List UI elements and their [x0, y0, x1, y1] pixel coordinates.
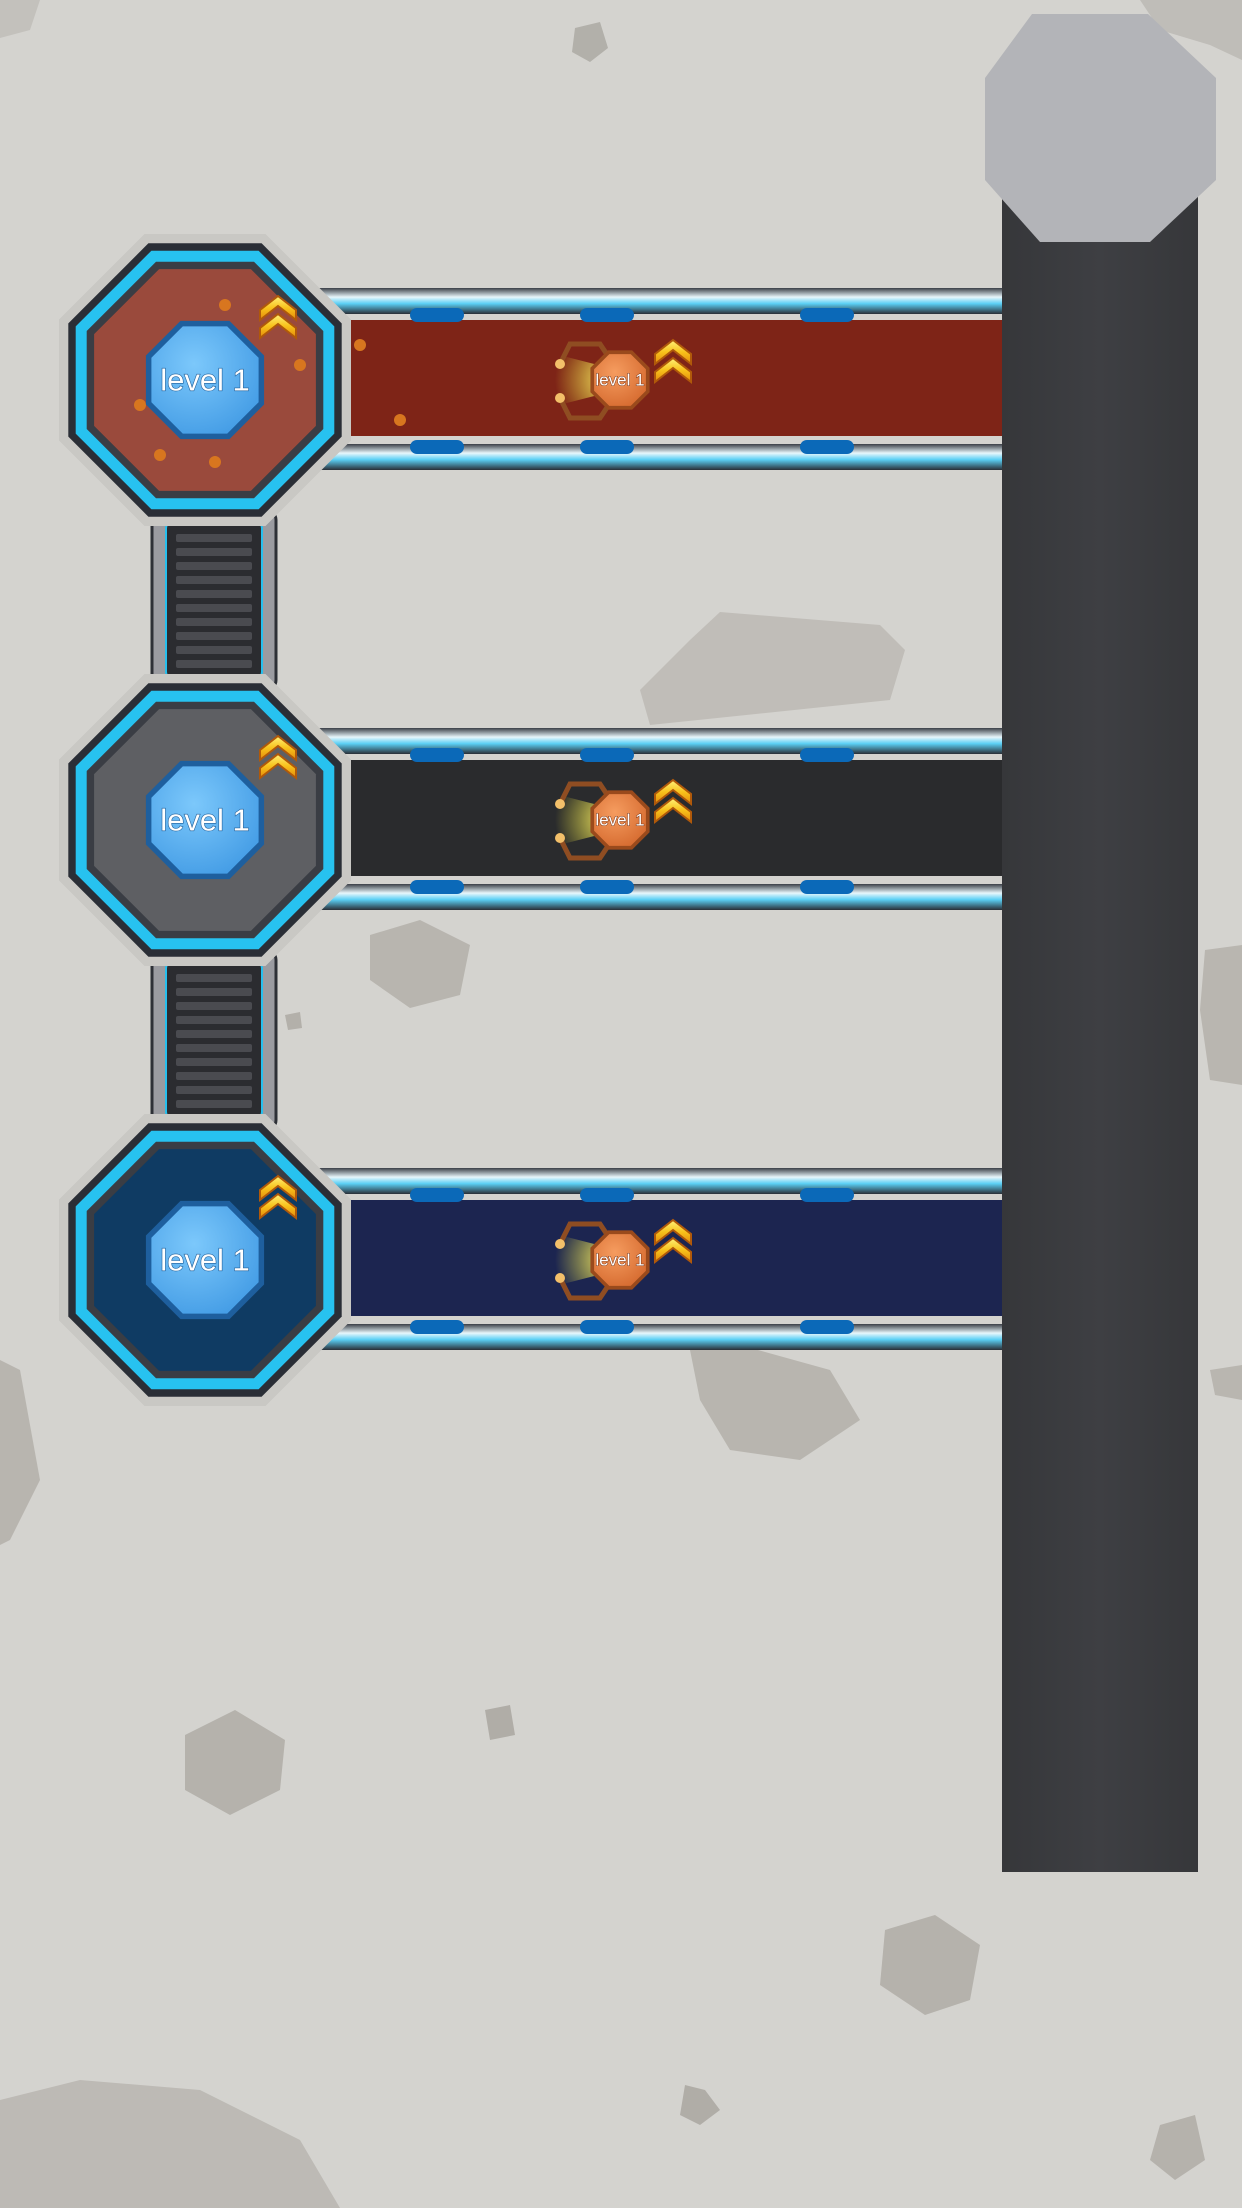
surface-tower — [985, 14, 1216, 1872]
rock-icon — [880, 1915, 980, 2015]
mine-core-button[interactable]: level 1 — [145, 1200, 265, 1320]
mine-floor[interactable] — [330, 1200, 1002, 1316]
mine-level-1: level 1 level 1 — [59, 234, 1002, 526]
core-level-label: level 1 — [160, 1243, 250, 1278]
rock-icon — [185, 1710, 285, 1815]
game-scene: level 1 level 1level 1 level 1level 1 level… — [0, 0, 1242, 2208]
rock-icon — [1150, 2115, 1205, 2180]
robot-level-label: level 1 — [595, 811, 644, 830]
rock-icon — [0, 2080, 340, 2208]
mine-lane — [300, 1168, 1002, 1350]
mine-core-button[interactable]: level 1 — [145, 320, 265, 440]
rock-icon — [1200, 945, 1242, 1085]
mine-level-2: level 1 level 1 — [59, 674, 1002, 966]
octagon-cap-icon — [985, 14, 1216, 242]
core-level-label: level 1 — [160, 363, 250, 398]
robot-level-label: level 1 — [595, 1251, 644, 1270]
rock-icon — [0, 1360, 40, 1545]
rock-icon — [485, 1705, 515, 1740]
mine-floor[interactable] — [330, 760, 1002, 876]
rock-icon — [572, 22, 608, 62]
rock-icon — [285, 1012, 302, 1030]
mine-lane — [300, 288, 1002, 470]
mine-lane — [300, 728, 1002, 910]
rock-icon — [640, 612, 905, 725]
rock-icon — [0, 0, 40, 38]
mine-level-3: level 1 level 1 — [59, 1114, 1002, 1406]
tower-shaft — [1002, 160, 1198, 1872]
rock-icon — [680, 2085, 720, 2125]
rock-icon — [1210, 1365, 1242, 1400]
elevator-connector — [150, 508, 278, 692]
rock-icon — [370, 920, 470, 1008]
robot-level-label: level 1 — [595, 371, 644, 390]
core-level-label: level 1 — [160, 803, 250, 838]
rock-icon — [690, 1345, 860, 1460]
mine-floor[interactable] — [330, 320, 1002, 436]
mine-core-button[interactable]: level 1 — [145, 760, 265, 880]
elevator-connector — [150, 948, 278, 1132]
